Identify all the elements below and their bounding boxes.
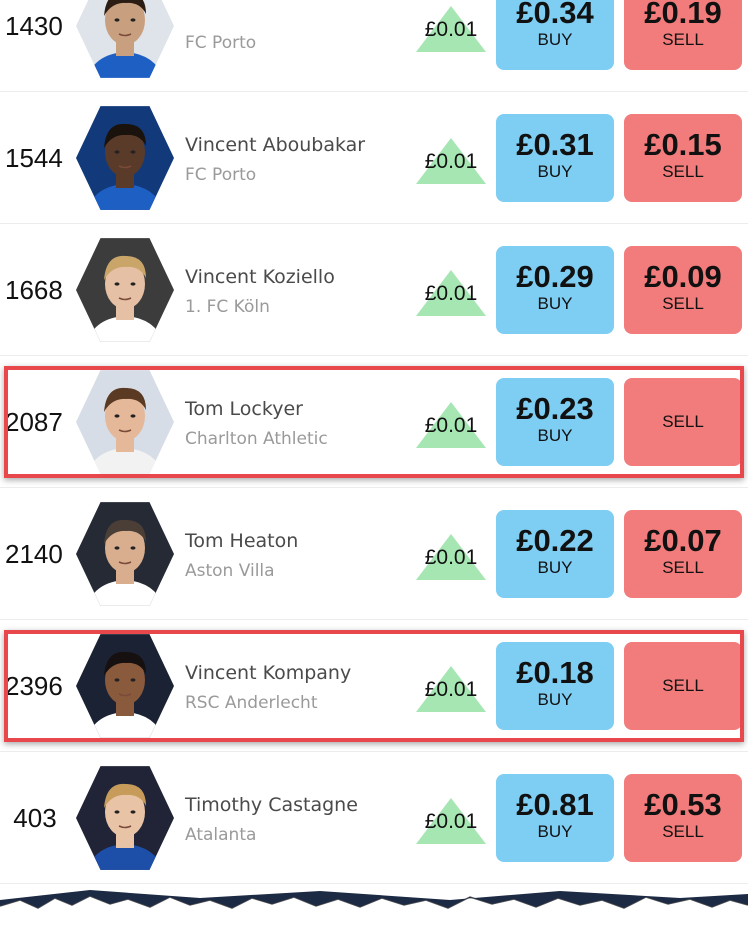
buy-price: £0.31 (516, 127, 594, 162)
price-change-value: £0.01 (424, 546, 478, 569)
price-change: £0.01 (416, 532, 486, 582)
sell-button[interactable]: £0.19 SELL (624, 0, 742, 70)
player-photo-icon (76, 106, 174, 210)
price-change-value: £0.01 (424, 282, 478, 305)
buy-price: £0.29 (516, 259, 594, 294)
sell-price: £0.07 (644, 523, 722, 558)
sell-price: £0.53 (644, 787, 722, 822)
buy-price: £0.22 (516, 523, 594, 558)
player-name[interactable]: Timothy Castagne (185, 794, 358, 816)
player-photo-icon (76, 502, 174, 606)
player-photo-icon (76, 766, 174, 870)
table-row[interactable]: 403 Timothy Castagne Atalanta £0.01 £0.81 BUY… (0, 752, 748, 884)
player-rank: 403 (13, 802, 57, 833)
sell-price: £0.19 (644, 0, 722, 30)
sell-label: SELL (662, 30, 704, 49)
sell-label: SELL (662, 162, 704, 181)
price-change: £0.01 (416, 796, 486, 846)
sell-price: £0.15 (644, 127, 722, 162)
player-club: FC Porto (185, 33, 257, 53)
price-change-value: £0.01 (424, 150, 478, 173)
sell-label: SELL (662, 822, 704, 841)
player-rank: 1544 (5, 142, 63, 173)
player-rank: 1668 (5, 274, 63, 305)
sell-button[interactable]: £0.53 SELL (624, 774, 742, 862)
buy-button[interactable]: £0.31 BUY (496, 114, 614, 202)
sell-label: SELL (662, 558, 704, 577)
player-rank: 1430 (5, 10, 63, 41)
sell-price: £0.09 (644, 259, 722, 294)
player-name[interactable]: Tom Heaton (185, 530, 298, 552)
buy-button[interactable]: £0.29 BUY (496, 246, 614, 334)
player-photo-icon (76, 238, 174, 342)
buy-price: £0.81 (516, 787, 594, 822)
buy-label: BUY (537, 294, 573, 313)
price-change: £0.01 (416, 4, 486, 54)
buy-button[interactable]: £0.22 BUY (496, 510, 614, 598)
buy-label: BUY (537, 30, 573, 49)
player-club: Aston Villa (185, 561, 275, 581)
table-row[interactable]: 1430 FC Porto £0.01 £0.34 BUY £0.19 SELL (0, 0, 748, 92)
player-name[interactable]: Vincent Koziello (185, 266, 335, 288)
highlight-box (4, 366, 744, 478)
player-name[interactable]: Vincent Aboubakar (185, 134, 365, 156)
sell-button[interactable]: £0.15 SELL (624, 114, 742, 202)
player-club: Atalanta (185, 825, 257, 845)
sell-button[interactable]: £0.09 SELL (624, 246, 742, 334)
table-row[interactable]: 2140 Tom Heaton Aston Villa £0.01 £0.22 BUY £0… (0, 488, 748, 620)
player-club: FC Porto (185, 165, 257, 185)
player-club: 1. FC Köln (185, 297, 270, 317)
buy-button[interactable]: £0.34 BUY (496, 0, 614, 70)
sell-label: SELL (662, 294, 704, 313)
price-change: £0.01 (416, 268, 486, 318)
buy-label: BUY (537, 822, 573, 841)
table-row[interactable]: 1544 Vincent Aboubakar FC Porto £0.01 £0.31 B… (0, 92, 748, 224)
player-photo-icon (76, 0, 174, 78)
table-row[interactable]: 1668 Vincent Koziello 1. FC Köln £0.01 £0.29… (0, 224, 748, 356)
buy-label: BUY (537, 162, 573, 181)
price-change-value: £0.01 (424, 810, 478, 833)
price-change-value: £0.01 (424, 18, 478, 41)
buy-button[interactable]: £0.81 BUY (496, 774, 614, 862)
highlight-box (4, 630, 744, 742)
player-rank: 2140 (5, 538, 63, 569)
price-change: £0.01 (416, 136, 486, 186)
buy-price: £0.34 (516, 0, 594, 30)
torn-edge (0, 890, 748, 932)
sell-button[interactable]: £0.07 SELL (624, 510, 742, 598)
buy-label: BUY (537, 558, 573, 577)
